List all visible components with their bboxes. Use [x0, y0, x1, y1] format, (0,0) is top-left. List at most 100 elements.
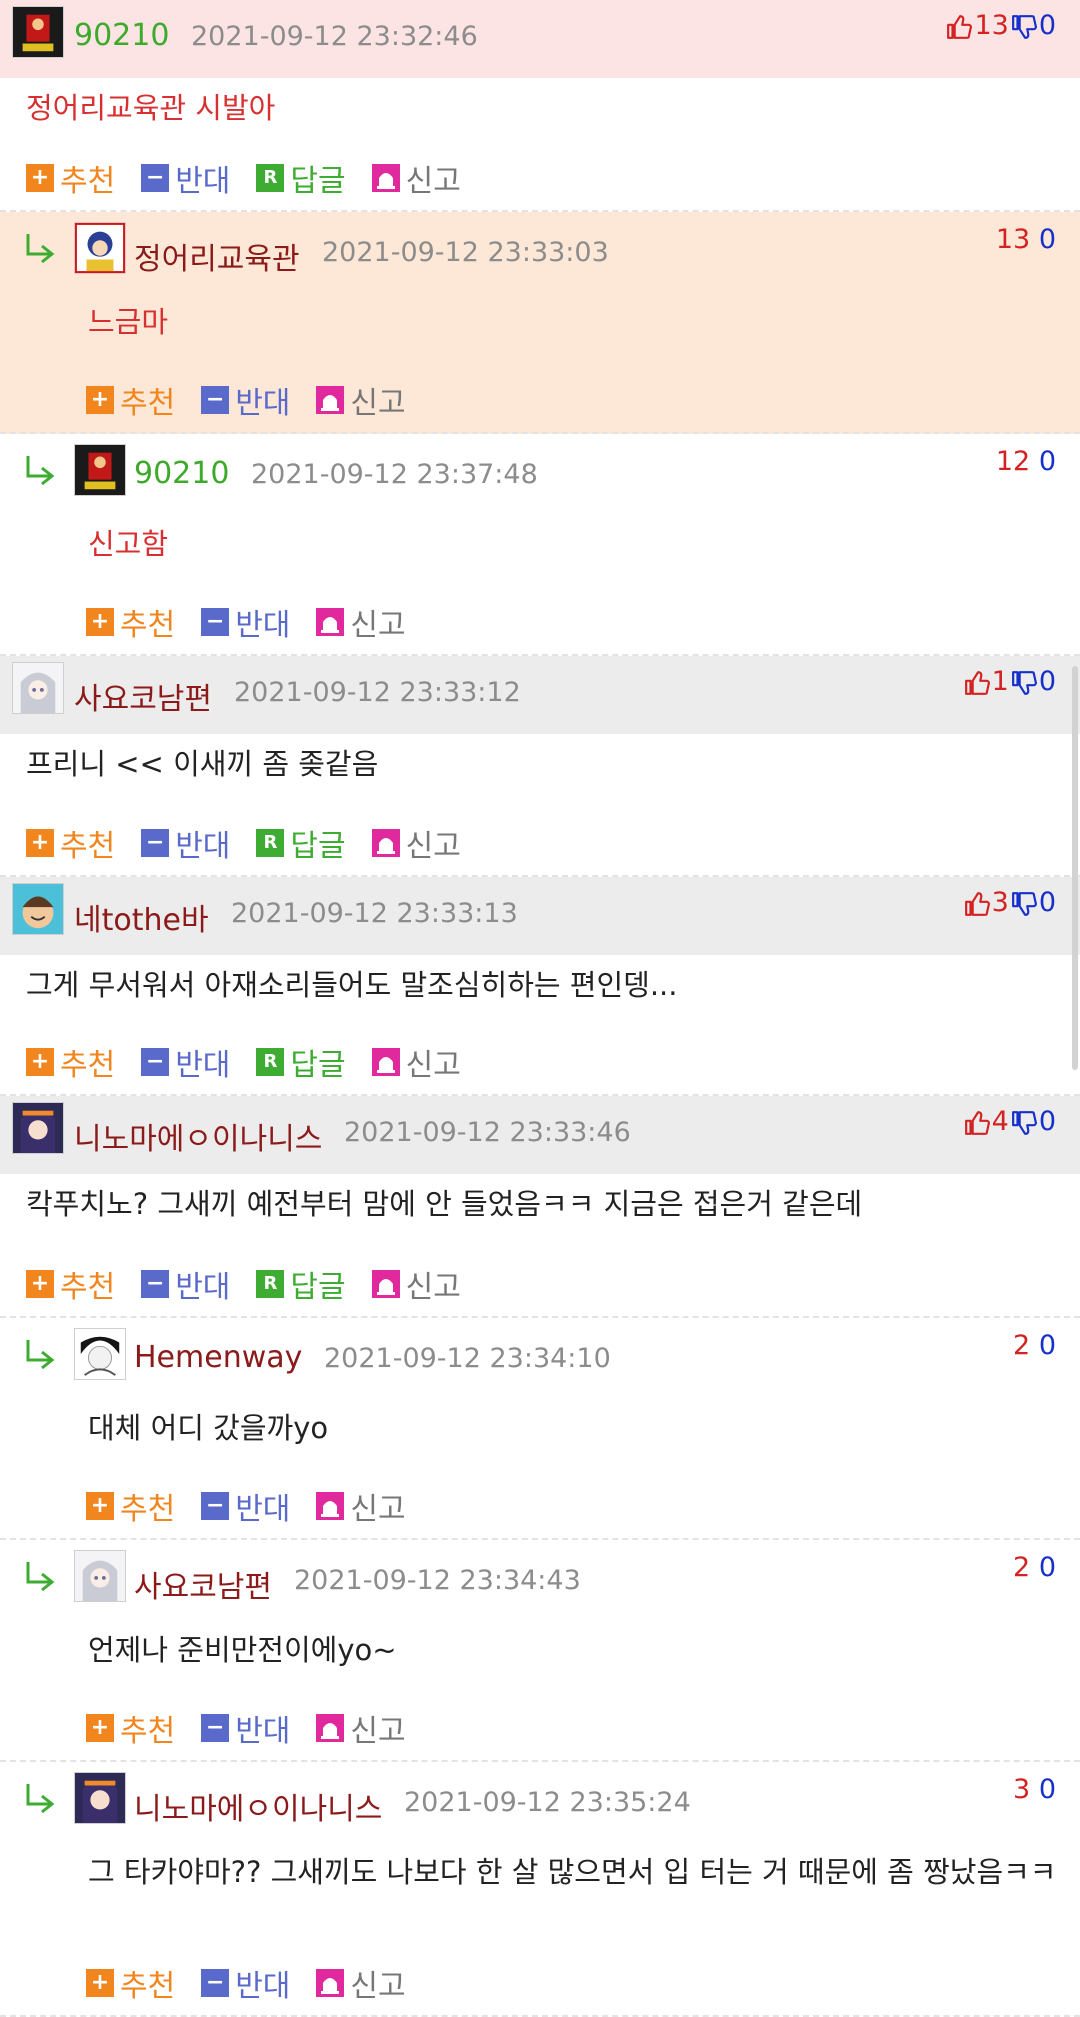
recommend-button[interactable]: + 추천 — [26, 156, 115, 200]
plus-icon: + — [26, 829, 54, 857]
reply-arrow-icon — [24, 454, 58, 488]
report-button[interactable]: 신고 — [371, 156, 461, 200]
siren-icon — [316, 1492, 345, 1520]
avatar[interactable] — [12, 662, 64, 714]
avatar[interactable] — [12, 6, 64, 58]
vote-counts: 10 — [962, 666, 1056, 697]
report-button-label: 신고 — [350, 1714, 406, 1749]
comment-text: 그게 무서워서 아재소리들어도 말조심히하는 편인뎅... — [26, 968, 678, 1002]
report-button[interactable]: 신고 — [316, 378, 406, 422]
oppose-button-label: 반대 — [235, 608, 291, 643]
avatar[interactable] — [74, 1772, 126, 1824]
recommend-button-label: 추천 — [120, 608, 176, 643]
avatar[interactable] — [74, 222, 126, 274]
reply-arrow-icon — [24, 232, 58, 266]
oppose-button[interactable]: − 반대 — [141, 821, 230, 865]
report-button[interactable]: 신고 — [316, 1706, 406, 1750]
minus-icon: − — [141, 829, 170, 857]
thumbs-up-icon[interactable] — [964, 1110, 990, 1136]
report-button-label: 신고 — [350, 1492, 406, 1527]
author-name[interactable]: 네tothe바 — [74, 895, 209, 939]
author-name[interactable]: 니노마에ㅇ이나니스 — [134, 1784, 382, 1828]
recommend-button[interactable]: + 추천 — [26, 821, 115, 865]
upvote-count: 3 — [991, 887, 1009, 918]
report-button-label: 신고 — [350, 608, 406, 643]
reply-button[interactable]: R 답글 — [256, 1040, 346, 1084]
minus-icon: − — [141, 1270, 170, 1298]
vote-counts: 3 0 — [1013, 1774, 1056, 1805]
vote-counts: 40 — [962, 1106, 1056, 1137]
siren-icon — [371, 164, 400, 192]
thumbs-up-icon[interactable] — [964, 891, 990, 917]
oppose-button[interactable]: − 반대 — [201, 1484, 290, 1528]
plus-icon: + — [26, 1048, 54, 1076]
thumbs-down-icon[interactable] — [1011, 891, 1037, 917]
oppose-button[interactable]: − 반대 — [141, 1262, 230, 1306]
reply-button[interactable]: R 답글 — [256, 821, 346, 865]
thumbs-up-icon[interactable] — [964, 670, 990, 696]
plus-icon: + — [86, 1969, 114, 1997]
recommend-button[interactable]: + 추천 — [26, 1040, 115, 1084]
recommend-button-label: 추천 — [120, 386, 176, 421]
comment-actions: + 추천 − 반대 R 답글 신고 — [26, 1262, 487, 1306]
recommend-button[interactable]: + 추천 — [86, 1961, 175, 2005]
upvote-count: 2 — [1013, 1552, 1031, 1583]
siren-icon — [316, 386, 345, 414]
comment-date: 2021-09-12 23:33:12 — [234, 677, 521, 708]
author-name[interactable]: Hemenway — [134, 1340, 302, 1375]
reply-button[interactable]: R 답글 — [256, 156, 346, 200]
avatar[interactable] — [74, 1328, 126, 1380]
thumbs-up-icon[interactable] — [946, 14, 973, 40]
comment-list: 90210 2021-09-12 23:32:46 13 0 정어리교육관 시발아 + 추천… — [0, 0, 1080, 2017]
reply-comment: 90210 2021-09-12 23:37:48 12 0 신고함 + 추천 − 반대 신고 — [0, 434, 1080, 656]
comment-date: 2021-09-12 23:37:48 — [251, 459, 538, 490]
minus-icon: − — [201, 1492, 230, 1520]
avatar[interactable] — [74, 1550, 126, 1602]
oppose-button-label: 반대 — [175, 829, 231, 864]
plus-icon: + — [86, 386, 114, 414]
report-button[interactable]: 신고 — [371, 1040, 461, 1084]
comment-date: 2021-09-12 23:33:03 — [322, 237, 609, 268]
oppose-button-label: 반대 — [235, 1492, 291, 1527]
thumbs-down-icon[interactable] — [1011, 14, 1037, 40]
avatar[interactable] — [74, 444, 126, 496]
recommend-button[interactable]: + 추천 — [86, 378, 175, 422]
recommend-button[interactable]: + 추천 — [86, 1484, 175, 1528]
comment-text: 느금마 — [88, 305, 169, 339]
oppose-button[interactable]: − 반대 — [201, 600, 290, 644]
author-name[interactable]: 90210 — [74, 18, 169, 53]
report-button-label: 신고 — [350, 1969, 406, 2004]
thumbs-down-icon[interactable] — [1011, 670, 1037, 696]
upvote-count: 4 — [991, 1106, 1009, 1137]
oppose-button[interactable]: − 반대 — [201, 1706, 290, 1750]
oppose-button[interactable]: − 반대 — [141, 156, 230, 200]
comment-text: 프리니 << 이새끼 좀 좆같음 — [26, 747, 379, 781]
recommend-button[interactable]: + 추천 — [26, 1262, 115, 1306]
reply-icon: R — [256, 1270, 285, 1298]
report-button[interactable]: 신고 — [371, 821, 461, 865]
reply-button[interactable]: R 답글 — [256, 1262, 346, 1306]
report-button[interactable]: 신고 — [371, 1262, 461, 1306]
report-button[interactable]: 신고 — [316, 1961, 406, 2005]
report-button[interactable]: 신고 — [316, 1484, 406, 1528]
comment-date: 2021-09-12 23:34:43 — [294, 1565, 581, 1596]
upvote-count: 12 — [995, 446, 1031, 477]
downvote-count: 0 — [1038, 1330, 1056, 1361]
avatar[interactable] — [12, 883, 64, 935]
oppose-button[interactable]: − 반대 — [201, 378, 290, 422]
thumbs-down-icon[interactable] — [1011, 1110, 1037, 1136]
avatar[interactable] — [12, 1102, 64, 1154]
author-name[interactable]: 사요코남편 — [134, 1562, 272, 1606]
oppose-button[interactable]: − 반대 — [141, 1040, 230, 1084]
oppose-button[interactable]: − 반대 — [201, 1961, 290, 2005]
recommend-button-label: 추천 — [60, 1270, 116, 1305]
author-name[interactable]: 니노마에ㅇ이나니스 — [74, 1114, 322, 1158]
recommend-button[interactable]: + 추천 — [86, 1706, 175, 1750]
author-name[interactable]: 사요코남편 — [74, 674, 212, 718]
author-name[interactable]: 90210 — [134, 456, 229, 491]
report-button[interactable]: 신고 — [316, 600, 406, 644]
author-name[interactable]: 정어리교육관 — [134, 234, 300, 278]
recommend-button[interactable]: + 추천 — [86, 600, 175, 644]
minus-icon: − — [141, 1048, 170, 1076]
scrollbar-thumb[interactable] — [1072, 666, 1078, 1070]
